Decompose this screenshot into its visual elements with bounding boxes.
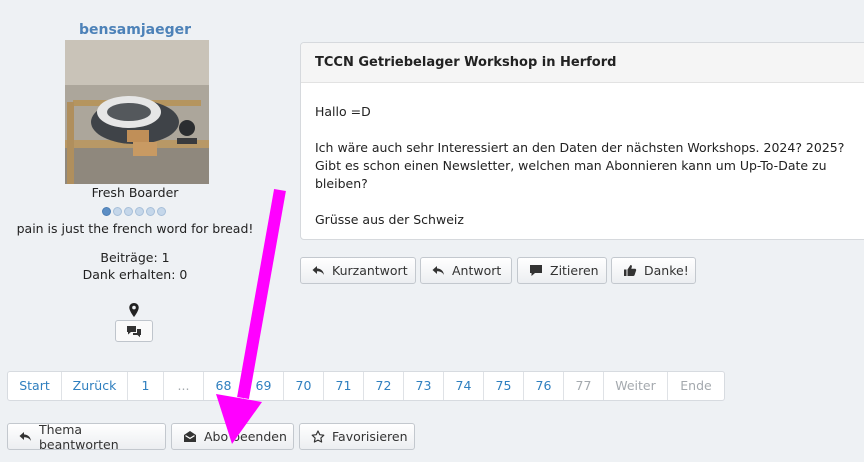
page-74[interactable]: 74 — [444, 372, 484, 400]
user-avatar[interactable] — [65, 40, 209, 184]
reply-icon — [432, 265, 444, 275]
page-1[interactable]: 1 — [128, 372, 164, 400]
post-body: Hallo =D Ich wäre auch sehr Interessiert… — [301, 83, 864, 229]
user-signature: pain is just the french word for bread! — [16, 221, 254, 236]
user-stats: Beiträge: 1 Dank erhalten: 0 — [0, 249, 270, 283]
quote-label: Zitieren — [550, 263, 599, 278]
reply-icon — [19, 431, 31, 441]
thanks-label: Danke! — [644, 263, 689, 278]
post-count: Beiträge: 1 — [100, 250, 170, 265]
post-container: TCCN Getriebelager Workshop in Herford H… — [300, 42, 864, 240]
pagination: Start Zurück 1 ... 68 69 70 71 72 73 74 … — [7, 371, 725, 401]
page-72[interactable]: 72 — [364, 372, 404, 400]
unsubscribe-button[interactable]: Abo beenden — [171, 423, 294, 450]
star-icon — [311, 430, 325, 443]
post-line-1: Ich wäre auch sehr Interessiert an den D… — [315, 140, 845, 155]
page-73[interactable]: 73 — [404, 372, 444, 400]
page-end: Ende — [680, 378, 712, 393]
quote-button[interactable]: Zitieren — [517, 257, 607, 284]
comment-icon — [530, 265, 542, 276]
reply-icon — [312, 265, 324, 275]
page-71[interactable]: 71 — [324, 372, 364, 400]
page-77-current: 77 — [564, 372, 604, 400]
page-ellipsis: ... — [164, 372, 204, 400]
reply-topic-label: Thema beantworten — [39, 421, 119, 452]
favorite-label: Favorisieren — [332, 429, 408, 444]
page-69[interactable]: 69 — [244, 372, 284, 400]
post-greeting: Hallo =D — [315, 104, 371, 119]
reply-button[interactable]: Antwort — [420, 257, 512, 284]
user-rank: Fresh Boarder — [91, 185, 179, 200]
quick-reply-button[interactable]: Kurzantwort — [300, 257, 416, 284]
username-link[interactable]: bensamjaeger — [0, 22, 270, 38]
reply-label: Antwort — [452, 263, 502, 278]
page-start[interactable]: Start — [8, 372, 62, 400]
page-76[interactable]: 76 — [524, 372, 564, 400]
rank-indicator — [102, 207, 166, 216]
page-68[interactable]: 68 — [204, 372, 244, 400]
envelope-open-icon — [184, 431, 196, 442]
thumbs-up-icon — [624, 265, 637, 276]
page-75[interactable]: 75 — [484, 372, 524, 400]
quick-reply-label: Kurzantwort — [332, 263, 408, 278]
page-prev[interactable]: Zurück — [62, 372, 128, 400]
reply-topic-button[interactable]: Thema beantworten — [7, 421, 166, 452]
post-title: TCCN Getriebelager Workshop in Herford — [301, 43, 864, 83]
chat-icon — [127, 325, 141, 337]
page-70[interactable]: 70 — [284, 372, 324, 400]
post-closing: Grüsse aus der Schweiz — [315, 212, 464, 227]
favorite-button[interactable]: Favorisieren — [299, 423, 415, 450]
post-line-2: Gibt es schon einen Newsletter, welchen … — [315, 158, 827, 191]
unsubscribe-label: Abo beenden — [204, 429, 287, 444]
thanks-received: Dank erhalten: 0 — [82, 267, 188, 282]
thanks-button[interactable]: Danke! — [611, 257, 696, 284]
private-message-button[interactable] — [115, 320, 153, 342]
page-next: Weiter — [604, 372, 668, 400]
location-icon[interactable] — [127, 302, 141, 318]
